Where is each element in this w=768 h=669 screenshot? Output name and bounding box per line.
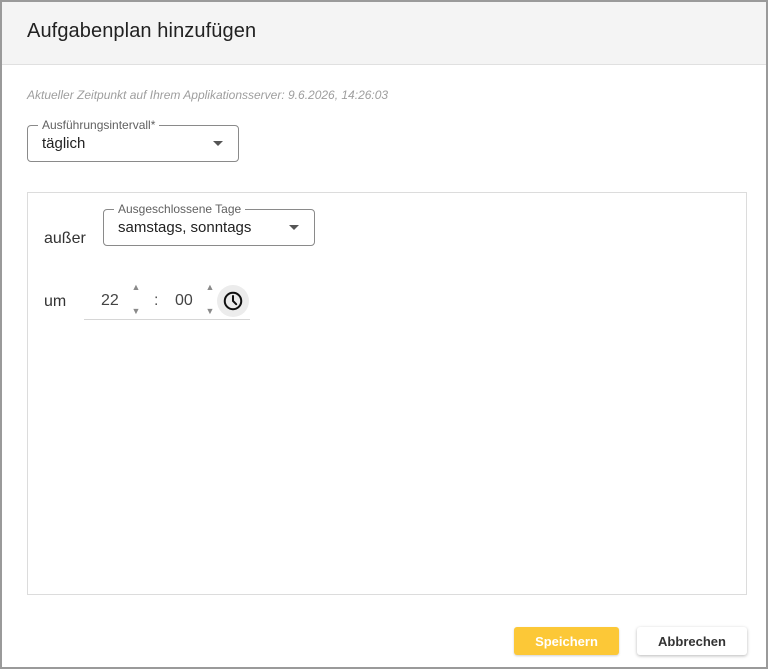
minute-input[interactable]: 00 [175, 292, 193, 310]
hour-increment-icon[interactable]: ▲ [130, 282, 142, 292]
schedule-dialog: Aufgabenplan hinzufügen Aktueller Zeitpu… [0, 0, 768, 669]
hour-input[interactable]: 22 [101, 292, 119, 310]
clock-icon [223, 291, 243, 311]
server-time-text: Aktueller Zeitpunkt auf Ihrem Applikatio… [27, 88, 389, 102]
excluded-days-select[interactable]: Ausgeschlossene Tage samstags, sonntags [103, 202, 315, 246]
time-picker: 22 ▲ ▼ : 00 ▲ ▼ [84, 277, 250, 320]
excluded-days-value: samstags, sonntags [118, 219, 252, 236]
schedule-panel: außer Ausgeschlossene Tage samstags, son… [27, 192, 747, 595]
minute-increment-icon[interactable]: ▲ [204, 282, 216, 292]
except-label: außer [44, 230, 86, 247]
interval-select[interactable]: Ausführungsintervall* täglich [27, 118, 239, 162]
clock-button[interactable] [217, 285, 249, 317]
at-label: um [44, 293, 67, 310]
caret-down-icon [213, 141, 223, 146]
dialog-header: Aufgabenplan hinzufügen [2, 2, 766, 65]
dialog-title: Aufgabenplan hinzufügen [27, 20, 257, 42]
caret-down-icon [289, 225, 299, 230]
minute-decrement-icon[interactable]: ▼ [204, 306, 216, 316]
interval-value: täglich [42, 135, 86, 152]
save-button[interactable]: Speichern [514, 627, 619, 655]
time-separator: : [154, 292, 159, 309]
interval-label: Ausführungsintervall* [38, 118, 160, 132]
hour-decrement-icon[interactable]: ▼ [130, 306, 142, 316]
excluded-days-label: Ausgeschlossene Tage [114, 202, 246, 216]
cancel-button[interactable]: Abbrechen [637, 627, 747, 655]
